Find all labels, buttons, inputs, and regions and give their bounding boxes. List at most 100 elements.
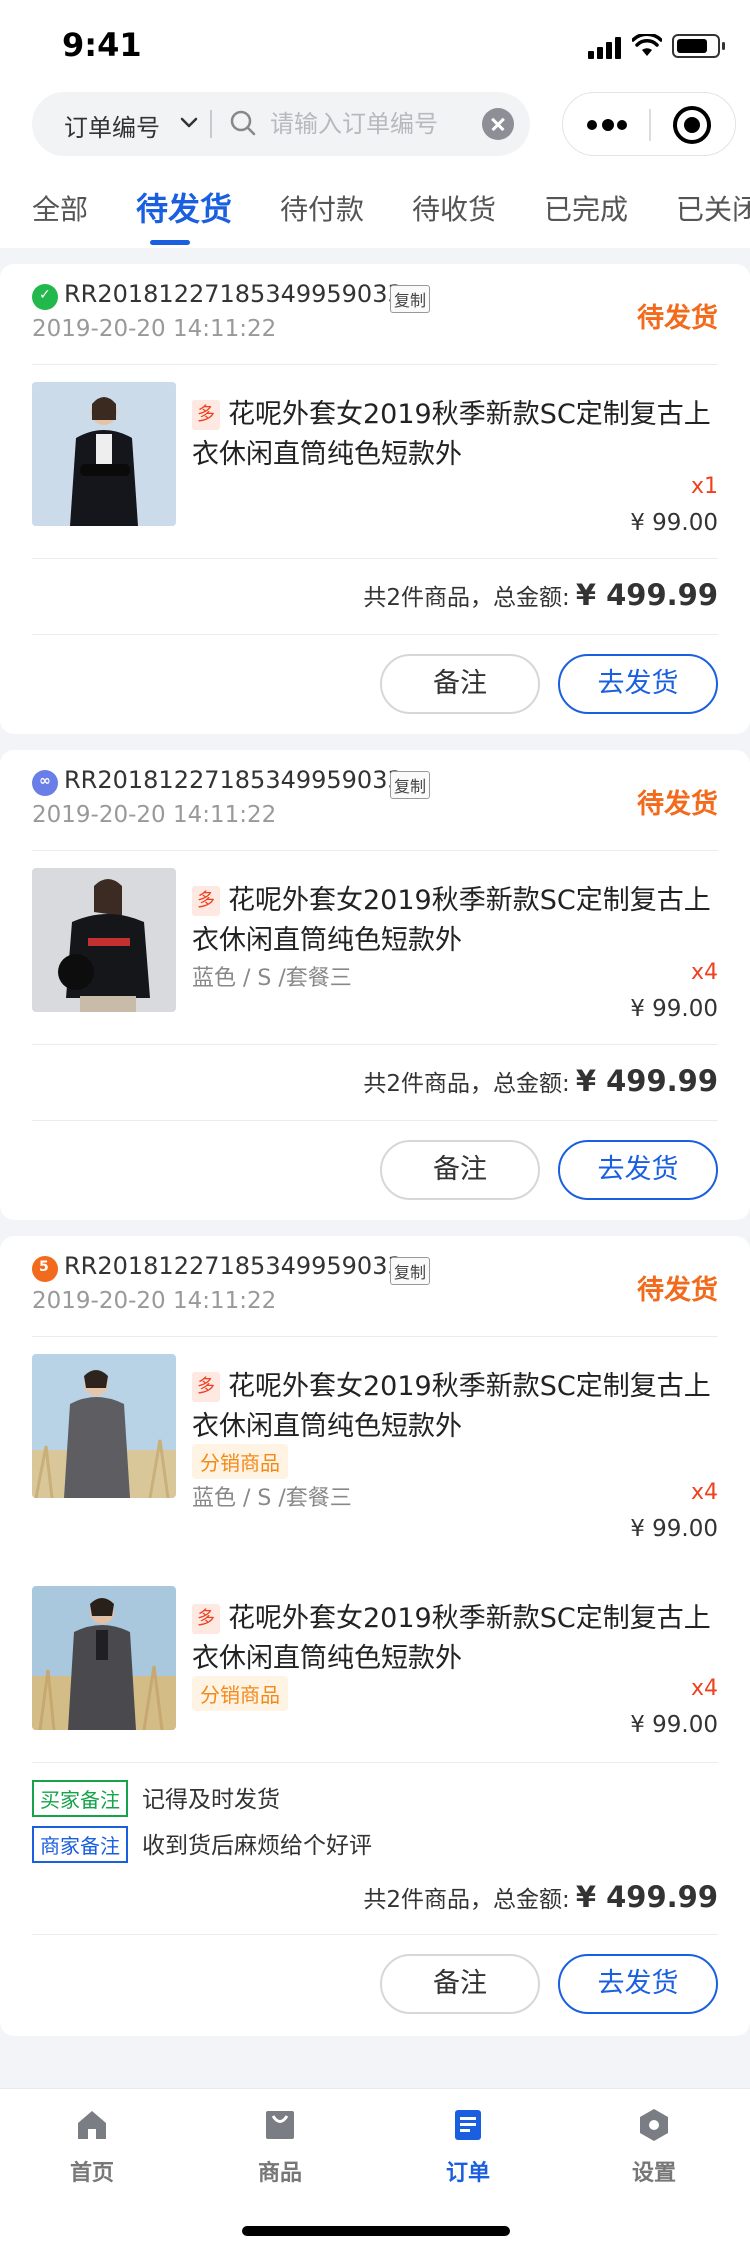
top-bar: 9:41 订单编号 全部 待发货 待付款 待收 bbox=[0, 0, 750, 248]
nav-orders[interactable]: 订单 bbox=[408, 2107, 528, 2187]
summary-label: 共2件商品，总金额: bbox=[363, 585, 570, 611]
product-name[interactable]: 花呢外套女2019秋季新款SC定制复古上衣休闲直筒纯色短款外 bbox=[192, 881, 722, 961]
search-type-select[interactable]: 订单编号 bbox=[64, 108, 160, 143]
order-number: RR20181227185349959033 bbox=[64, 280, 403, 308]
copy-button[interactable]: 复制 bbox=[390, 285, 431, 313]
nav-products-label: 商品 bbox=[257, 2161, 302, 2186]
home-indicator bbox=[242, 2226, 510, 2236]
active-tab-indicator bbox=[150, 240, 190, 245]
order-card: 5 RR20181227185349959033 复制 2019-20-20 1… bbox=[0, 1236, 750, 2036]
settings-hex-icon bbox=[640, 2109, 668, 2141]
order-status: 待发货 bbox=[637, 789, 718, 820]
order-status: 待发货 bbox=[637, 1275, 718, 1306]
order-summary: 共2件商品，总金额: ¥ 499.99 bbox=[363, 1880, 718, 1914]
nav-settings-label: 设置 bbox=[631, 2161, 676, 2186]
status-bar: 9:41 bbox=[0, 0, 750, 90]
order-total: ¥ 499.99 bbox=[575, 1064, 718, 1098]
summary-label: 共2件商品，总金额: bbox=[363, 1887, 570, 1913]
order-time: 2019-20-20 14:11:22 bbox=[32, 316, 277, 342]
tab-pending-pay[interactable]: 待付款 bbox=[280, 188, 364, 228]
product-spec: 蓝色 / S /套餐三 bbox=[192, 1486, 352, 1511]
product-qty: x4 bbox=[690, 1676, 718, 1701]
product-price: ¥ 99.00 bbox=[630, 510, 718, 536]
note-button[interactable]: 备注 bbox=[380, 1954, 540, 2014]
note-button[interactable]: 备注 bbox=[380, 654, 540, 714]
order-time: 2019-20-20 14:11:22 bbox=[32, 1288, 277, 1314]
product-name[interactable]: 花呢外套女2019秋季新款SC定制复古上衣休闲直筒纯色短款外 bbox=[192, 395, 722, 475]
divider bbox=[32, 1120, 718, 1121]
order-number: RR20181227185349959033 bbox=[64, 766, 403, 794]
product-qty: x1 bbox=[690, 474, 718, 499]
ship-button[interactable]: 去发货 bbox=[558, 1140, 718, 1200]
divider bbox=[32, 364, 718, 365]
product-image[interactable] bbox=[32, 382, 176, 526]
tab-pending-receive[interactable]: 待收货 bbox=[412, 188, 496, 228]
nav-settings[interactable]: 设置 bbox=[594, 2107, 714, 2187]
wechat-icon: ✓ bbox=[32, 284, 58, 310]
order-doc-icon bbox=[455, 2110, 481, 2140]
order-card: ∞ RR20181227185349959033 复制 2019-20-20 1… bbox=[0, 750, 750, 1220]
search-icon bbox=[230, 110, 256, 136]
divider bbox=[32, 1336, 718, 1337]
tab-completed[interactable]: 已完成 bbox=[544, 188, 628, 228]
h5-icon: 5 bbox=[32, 1256, 58, 1282]
chevron-down-icon[interactable] bbox=[176, 110, 202, 136]
order-status-tabs: 全部 待发货 待付款 待收货 已完成 已关闭 bbox=[0, 170, 750, 248]
order-summary: 共2件商品，总金额: ¥ 499.99 bbox=[363, 1064, 718, 1098]
tab-all[interactable]: 全部 bbox=[32, 188, 88, 228]
divider bbox=[649, 109, 651, 141]
nav-products[interactable]: 商品 bbox=[220, 2107, 340, 2187]
distribution-tag: 分销商品 bbox=[192, 1444, 288, 1479]
copy-button[interactable]: 复制 bbox=[390, 1257, 431, 1285]
ship-button[interactable]: 去发货 bbox=[558, 654, 718, 714]
divider bbox=[210, 110, 212, 138]
search-input[interactable] bbox=[270, 104, 490, 144]
note-button[interactable]: 备注 bbox=[380, 1140, 540, 1200]
seller-remark-text: 收到货后麻烦给个好评 bbox=[142, 1833, 372, 1859]
more-icon[interactable] bbox=[587, 115, 629, 135]
search-bar: 订单编号 bbox=[32, 92, 530, 156]
tab-closed[interactable]: 已关闭 bbox=[676, 188, 750, 228]
product-name[interactable]: 花呢外套女2019秋季新款SC定制复古上衣休闲直筒纯色短款外 bbox=[192, 1367, 722, 1447]
divider bbox=[32, 1044, 718, 1045]
divider bbox=[32, 1934, 718, 1935]
product-image[interactable] bbox=[32, 868, 176, 1012]
product-spec: 蓝色 / S /套餐三 bbox=[192, 966, 352, 991]
summary-label: 共2件商品，总金额: bbox=[363, 1071, 570, 1097]
nav-home[interactable]: 首页 bbox=[32, 2107, 152, 2187]
order-status: 待发货 bbox=[637, 303, 718, 334]
order-total: ¥ 499.99 bbox=[575, 1880, 718, 1914]
nav-orders-label: 订单 bbox=[445, 2161, 490, 2186]
bag-icon bbox=[266, 2111, 294, 2139]
mini-program-capsule bbox=[562, 92, 736, 156]
seller-remark-label: 商家备注 bbox=[32, 1826, 128, 1863]
seller-remark: 商家备注 收到货后麻烦给个好评 bbox=[32, 1826, 372, 1863]
product-image[interactable] bbox=[32, 1586, 176, 1730]
distribution-tag: 分销商品 bbox=[192, 1676, 288, 1711]
signal-icon bbox=[588, 37, 624, 59]
buyer-remark-text: 记得及时发货 bbox=[142, 1787, 280, 1813]
battery-icon bbox=[672, 34, 725, 58]
wifi-icon bbox=[632, 34, 662, 56]
nav-home-label: 首页 bbox=[69, 2161, 114, 2186]
order-total: ¥ 499.99 bbox=[575, 578, 718, 612]
buyer-remark: 买家备注 记得及时发货 bbox=[32, 1780, 280, 1817]
close-miniprogram-icon[interactable] bbox=[673, 106, 711, 144]
clear-icon[interactable] bbox=[482, 108, 514, 140]
ship-button[interactable]: 去发货 bbox=[558, 1954, 718, 2014]
divider bbox=[32, 634, 718, 635]
product-qty: x4 bbox=[690, 1480, 718, 1505]
mini-program-icon: ∞ bbox=[32, 770, 58, 796]
copy-button[interactable]: 复制 bbox=[390, 771, 431, 799]
product-price: ¥ 99.00 bbox=[630, 1712, 718, 1738]
divider bbox=[32, 558, 718, 559]
status-time: 9:41 bbox=[62, 26, 142, 64]
product-image[interactable] bbox=[32, 1354, 176, 1498]
product-name[interactable]: 花呢外套女2019秋季新款SC定制复古上衣休闲直筒纯色短款外 bbox=[192, 1599, 722, 1679]
order-card: ✓ RR20181227185349959033 复制 2019-20-20 1… bbox=[0, 264, 750, 734]
divider bbox=[32, 1762, 718, 1763]
tab-pending-ship[interactable]: 待发货 bbox=[136, 184, 232, 230]
order-time: 2019-20-20 14:11:22 bbox=[32, 802, 277, 828]
product-qty: x4 bbox=[690, 960, 718, 985]
product-price: ¥ 99.00 bbox=[630, 1516, 718, 1542]
